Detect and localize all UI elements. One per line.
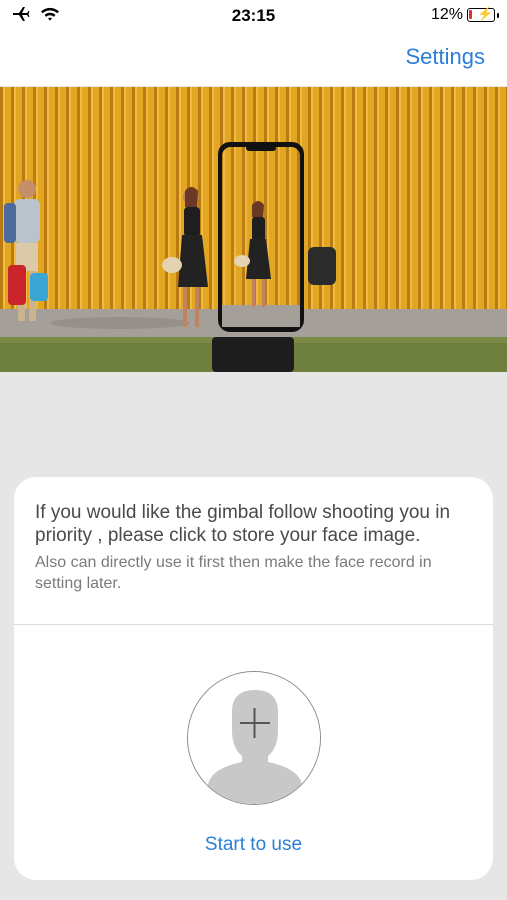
face-record-card: If you would like the gimbal follow shoo… <box>14 477 493 880</box>
battery-percent: 12% <box>430 6 463 23</box>
battery-fill <box>469 10 472 19</box>
battery-charging-icon: ⚡ <box>467 6 499 22</box>
card-subtitle: Also can directly use it first then make… <box>35 554 432 592</box>
status-bar: 23:15 12% ⚡ <box>0 0 507 34</box>
status-right: 12% ⚡ <box>430 6 499 24</box>
charging-bolt-icon: ⚡ <box>477 6 494 21</box>
hero-image <box>0 87 507 372</box>
add-face-button[interactable] <box>187 671 321 805</box>
card-title: If you would like the gimbal follow shoo… <box>35 502 451 546</box>
settings-button[interactable]: Settings <box>406 44 486 70</box>
face-placeholder-add-icon <box>188 672 320 804</box>
card-text: If you would like the gimbal follow shoo… <box>14 477 493 594</box>
nav-bar: Settings <box>0 34 507 86</box>
card-divider <box>14 624 493 625</box>
start-to-use-button[interactable]: Start to use <box>14 834 493 856</box>
